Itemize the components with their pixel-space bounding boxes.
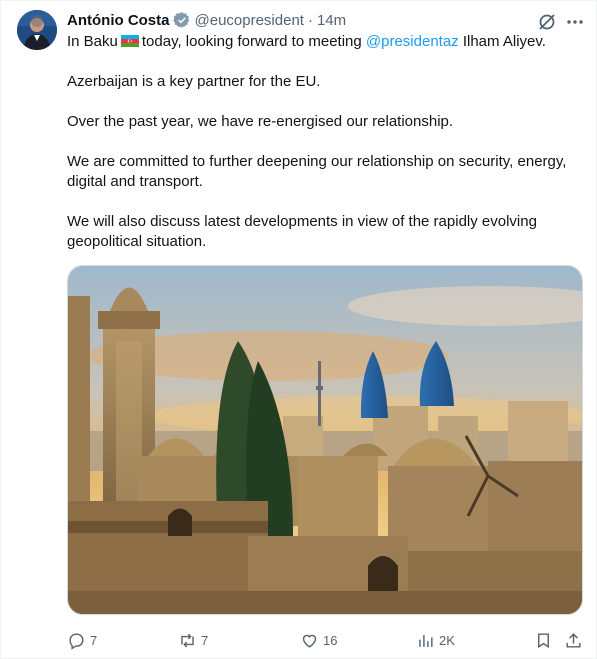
more-icon[interactable] (565, 12, 585, 32)
author-handle[interactable]: @eucopresident (195, 12, 304, 29)
like-count: 16 (323, 632, 338, 648)
tweet-paragraph-2: Azerbaijan is a key partner for the EU. (67, 73, 321, 90)
like-button[interactable]: 16 (300, 627, 337, 653)
like-icon (302, 634, 317, 648)
mention-link[interactable]: @presidentaz (366, 33, 459, 50)
tweet-photo[interactable] (67, 265, 583, 615)
author-name[interactable]: António Costa (67, 12, 170, 29)
tweet-line-1: In Baku today, looking forward to meeting… (67, 32, 587, 52)
views-count: 2K (439, 632, 455, 648)
tweet-paragraph-3: Over the past year, we have re-energised… (67, 113, 454, 130)
share-button[interactable] (564, 627, 583, 653)
views-icon (419, 634, 433, 647)
tweet-card[interactable]: António Costa @eucopresident · 14m In Ba… (0, 0, 597, 659)
tweet-paragraph-4: We are committed to further deepening ou… (67, 153, 567, 190)
repost-count: 7 (201, 632, 209, 648)
verified-badge-icon[interactable] (172, 11, 191, 29)
separator-dot: · (307, 11, 313, 29)
avatar[interactable] (17, 10, 57, 50)
bookmark-icon (538, 632, 549, 648)
reply-icon (69, 632, 84, 650)
reply-count: 7 (90, 632, 98, 648)
azerbaijan-flag-icon (120, 33, 139, 47)
tweet-header: António Costa @eucopresident · 14m (67, 10, 346, 30)
repost-button[interactable]: 7 (178, 627, 208, 653)
tweet-text: In Baku today, looking forward to meeting… (67, 32, 587, 252)
share-icon (566, 632, 581, 648)
tweet-actions: 7 7 16 2K (67, 627, 583, 653)
repost-icon (181, 633, 194, 647)
grok-icon[interactable] (537, 12, 557, 32)
text-looking-forward: today, looking forward to meeting (141, 33, 362, 50)
bookmark-button[interactable] (534, 627, 553, 653)
reply-button[interactable]: 7 (67, 627, 97, 653)
views-button[interactable]: 2K (416, 627, 455, 653)
tweet-paragraph-5: We will also discuss latest developments… (67, 213, 537, 250)
timestamp[interactable]: 14m (317, 12, 346, 29)
text-ilham-aliyev: Ilham Aliyev. (462, 33, 546, 50)
text-in-baku: In Baku (67, 33, 118, 50)
